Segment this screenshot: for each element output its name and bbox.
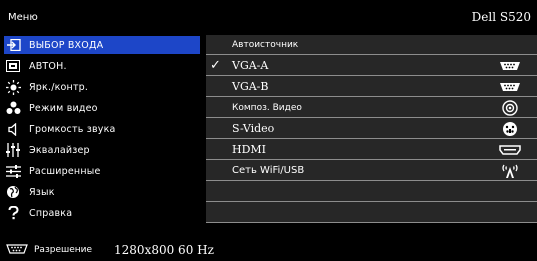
- resolution-icon: [6, 243, 28, 257]
- hdmi-icon: [499, 142, 521, 158]
- menu-item-label: Ярк./контр.: [29, 81, 89, 93]
- menu-item-label: АВТОН.: [29, 60, 67, 72]
- menu-item-auto-adjust[interactable]: АВТОН.: [4, 57, 200, 75]
- menu-item-label: Справка: [29, 207, 73, 219]
- equalizer-icon: [4, 142, 22, 158]
- source-row-vga-a[interactable]: ✓ VGA-A: [206, 56, 537, 76]
- s-video-icon: [499, 121, 521, 137]
- question-icon: [4, 205, 22, 221]
- menu-item-label: ВЫБОР ВХОДА: [29, 39, 104, 51]
- advanced-settings-icon: [4, 163, 22, 179]
- menu-title: Меню: [8, 11, 38, 23]
- source-row-hdmi[interactable]: HDMI: [206, 140, 537, 160]
- menu-item-brightness[interactable]: Ярк./контр.: [4, 78, 200, 96]
- brightness-icon: [4, 79, 22, 95]
- resolution-label: Разрешение: [34, 245, 93, 255]
- source-label: VGA-B: [232, 80, 269, 93]
- main-menu: ВЫБОР ВХОДА АВТОН. Ярк./контр. Режим вид…: [0, 36, 202, 235]
- wireless-icon: [499, 163, 521, 179]
- video-mode-icon: [4, 100, 22, 116]
- source-row-empty: [206, 182, 537, 202]
- menu-item-video-mode[interactable]: Режим видео: [4, 99, 200, 117]
- menu-item-language[interactable]: Язык: [4, 183, 200, 201]
- checkmark-icon: ✓: [210, 58, 221, 73]
- resolution-value: 1280x800 60 Hz: [114, 243, 214, 257]
- source-label: Сеть WiFi/USB: [232, 165, 305, 176]
- source-label: Автоисточник: [232, 39, 299, 50]
- menu-item-help[interactable]: Справка: [4, 204, 200, 222]
- input-source-panel: Автоисточник ✓ VGA-A VGA-B Композ. Видео…: [206, 35, 537, 223]
- composite-video-icon: [499, 99, 521, 116]
- source-label: S-Video: [232, 122, 275, 135]
- source-label: HDMI: [232, 143, 267, 156]
- model-name: Dell S520: [471, 10, 531, 24]
- menu-item-input-select[interactable]: ВЫБОР ВХОДА: [4, 36, 200, 54]
- source-row-empty: [206, 203, 537, 223]
- source-label: Композ. Видео: [232, 102, 302, 113]
- menu-item-label: Режим видео: [29, 102, 98, 114]
- status-footer: Разрешение 1280x800 60 Hz: [0, 239, 537, 261]
- vga-connector-icon: [499, 79, 521, 95]
- source-row-auto[interactable]: Автоисточник: [206, 35, 537, 55]
- source-row-composite[interactable]: Композ. Видео: [206, 98, 537, 118]
- source-label: VGA-A: [232, 59, 269, 72]
- menu-item-equalizer[interactable]: Эквалайзер: [4, 141, 200, 159]
- source-row-vga-b[interactable]: VGA-B: [206, 77, 537, 97]
- auto-adjust-icon: [4, 58, 22, 74]
- source-row-network[interactable]: Сеть WiFi/USB: [206, 161, 537, 181]
- vga-connector-icon: [499, 58, 521, 74]
- menu-item-label: Эквалайзер: [29, 144, 90, 156]
- input-select-icon: [4, 37, 22, 53]
- menu-item-volume[interactable]: Громкость звука: [4, 120, 200, 138]
- menu-item-label: Язык: [29, 186, 55, 198]
- projector-osd: Меню Dell S520 ВЫБОР ВХОДА АВТОН. Ярк./к…: [0, 0, 537, 261]
- source-row-s-video[interactable]: S-Video: [206, 119, 537, 139]
- menu-item-label: Громкость звука: [29, 123, 116, 135]
- globe-icon: [4, 184, 22, 200]
- menu-item-advanced[interactable]: Расширенные: [4, 162, 200, 180]
- menu-item-label: Расширенные: [29, 165, 101, 177]
- osd-header: Меню Dell S520: [0, 0, 537, 34]
- speaker-icon: [4, 121, 22, 137]
